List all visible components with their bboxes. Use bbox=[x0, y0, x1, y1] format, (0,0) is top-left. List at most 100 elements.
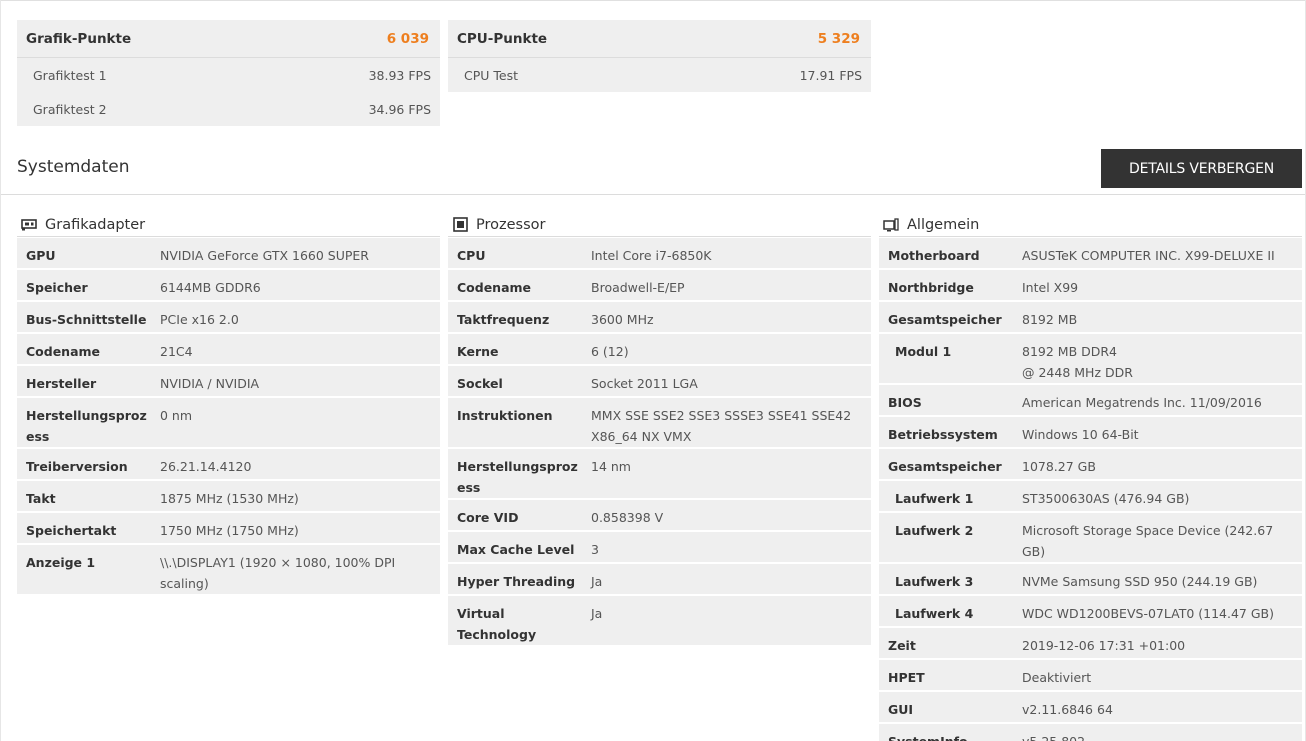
processor-icon bbox=[452, 217, 468, 232]
row-key: Sockel bbox=[457, 376, 503, 391]
row-value: WDC WD1200BEVS-07LAT0 (114.47 GB) bbox=[1022, 606, 1274, 621]
table-row: Kerne 6 (12) bbox=[448, 334, 871, 366]
graphics-test-row: Grafiktest 2 34.96 FPS bbox=[17, 92, 440, 126]
table-row: BIOS American Megatrends Inc. 11/09/2016 bbox=[879, 385, 1302, 417]
top-border bbox=[0, 0, 1306, 1]
row-key: CPU bbox=[457, 248, 486, 263]
row-key: HPET bbox=[888, 670, 925, 685]
row-key: Laufwerk 4 bbox=[895, 606, 974, 621]
table-row: Takt 1875 MHz (1530 MHz) bbox=[17, 481, 440, 513]
table-row: Sockel Socket 2011 LGA bbox=[448, 366, 871, 398]
row-key: Takt bbox=[26, 491, 56, 506]
table-row: Modul 1 8192 MB DDR4 @ 2448 MHz DDR bbox=[879, 334, 1302, 385]
row-value: 2019-12-06 17:31 +01:00 bbox=[1022, 638, 1186, 653]
table-row: Anzeige 1 \\.\DISPLAY1 (1920 × 1080, 100%… bbox=[17, 545, 440, 596]
computer-icon bbox=[883, 217, 899, 232]
row-key: Treiberversion bbox=[26, 459, 128, 474]
graphics-test-fps: 38.93 FPS bbox=[368, 67, 431, 83]
table-row: Zeit 2019-12-06 17:31 +01:00 bbox=[879, 628, 1302, 660]
general-section-header: Allgemein bbox=[879, 213, 1302, 237]
cpu-test-name: CPU Test bbox=[464, 67, 519, 83]
row-key: Bus-Schnittstelle bbox=[26, 312, 147, 327]
row-key: GPU bbox=[26, 248, 56, 263]
table-row: Virtual Technology Ja bbox=[448, 596, 871, 647]
row-key: Hersteller bbox=[26, 376, 97, 391]
row-key: Max Cache Level bbox=[457, 542, 575, 557]
general-info-table: Motherboard ASUSTeK COMPUTER INC. X99-DEL… bbox=[879, 238, 1302, 741]
row-value: 21C4 bbox=[160, 344, 193, 359]
gpu-info-column: Grafikadapter GPU NVIDIA GeForce GTX 1660… bbox=[17, 213, 440, 596]
row-key: Speichertakt bbox=[26, 523, 117, 538]
cpu-section-header: Prozessor bbox=[448, 213, 871, 237]
graphics-score-panel: Grafik-Punkte 6 039 Grafiktest 1 38.93 F… bbox=[17, 20, 440, 126]
row-value: 14 nm bbox=[591, 459, 631, 474]
table-row: Max Cache Level 3 bbox=[448, 532, 871, 564]
hide-details-button[interactable]: DETAILS VERBERGEN bbox=[1101, 149, 1302, 188]
row-key: Taktfrequenz bbox=[457, 312, 550, 327]
cpu-section-title: Prozessor bbox=[476, 216, 546, 233]
row-value: v5.25.802 bbox=[1014, 724, 1302, 741]
row-key: Herstellungsprozess bbox=[457, 459, 578, 495]
table-row: CPU Intel Core i7-6850K bbox=[448, 238, 871, 270]
row-key: BIOS bbox=[888, 395, 922, 410]
row-value: 1750 MHz (1750 MHz) bbox=[160, 523, 299, 538]
row-value: Broadwell-E/EP bbox=[591, 280, 685, 295]
row-key: Motherboard bbox=[888, 248, 980, 263]
cpu-score-header: CPU-Punkte 5 329 bbox=[448, 20, 871, 58]
row-key: Instruktionen bbox=[457, 408, 553, 423]
row-key: Laufwerk 1 bbox=[895, 491, 974, 506]
table-row: Betriebssystem Windows 10 64-Bit bbox=[879, 417, 1302, 449]
table-row: Treiberversion 26.21.14.4120 bbox=[17, 449, 440, 481]
cpu-score-value: 5 329 bbox=[817, 30, 860, 47]
row-value: v2.11.6846 64 bbox=[1022, 702, 1113, 717]
row-value: 8192 MB bbox=[1022, 312, 1078, 327]
row-value: 6144MB GDDR6 bbox=[160, 280, 261, 295]
table-row: Bus-Schnittstelle PCIe x16 2.0 bbox=[17, 302, 440, 334]
cpu-info-table: CPU Intel Core i7-6850K Codename Broadwell… bbox=[448, 238, 871, 647]
row-value: Deaktiviert bbox=[1022, 670, 1092, 685]
table-row: Herstellungsprozess 14 nm bbox=[448, 449, 871, 500]
table-row: Laufwerk 1 ST3500630AS (476.94 GB) bbox=[879, 481, 1302, 513]
row-value: 0.858398 V bbox=[591, 510, 664, 525]
row-key: Northbridge bbox=[888, 280, 974, 295]
row-key: Virtual Technology bbox=[457, 606, 537, 642]
table-row: Speichertakt 1750 MHz (1750 MHz) bbox=[17, 513, 440, 545]
gpu-section-header: Grafikadapter bbox=[17, 213, 440, 237]
row-value: NVIDIA / NVIDIA bbox=[160, 376, 260, 391]
row-value: ST3500630AS (476.94 GB) bbox=[1022, 491, 1190, 506]
row-key: Gesamtspeicher bbox=[888, 312, 1002, 327]
table-row: Herstellungsprozess 0 nm bbox=[17, 398, 440, 449]
row-key: Laufwerk 2 bbox=[895, 523, 974, 538]
row-value: Intel Core i7-6850K bbox=[591, 248, 712, 263]
cpu-score-label: CPU-Punkte bbox=[457, 30, 548, 47]
table-row: GPU NVIDIA GeForce GTX 1660 SUPER bbox=[17, 238, 440, 270]
row-value: 0 nm bbox=[160, 408, 193, 423]
graphics-card-icon bbox=[21, 218, 37, 232]
table-row: Northbridge Intel X99 bbox=[879, 270, 1302, 302]
table-row: Speicher 6144MB GDDR6 bbox=[17, 270, 440, 302]
table-row: Motherboard ASUSTeK COMPUTER INC. X99-DEL… bbox=[879, 238, 1302, 270]
table-row: SystemInfov5.25.802 bbox=[879, 724, 1302, 741]
table-row: HPET Deaktiviert bbox=[879, 660, 1302, 692]
row-value: PCIe x16 2.0 bbox=[160, 312, 239, 327]
graphics-score-header: Grafik-Punkte 6 039 bbox=[17, 20, 440, 58]
row-key: Zeit bbox=[888, 638, 916, 653]
table-row: Hersteller NVIDIA / NVIDIA bbox=[17, 366, 440, 398]
row-key: Kerne bbox=[457, 344, 499, 359]
row-key: Hyper Threading bbox=[457, 574, 576, 589]
graphics-test-fps: 34.96 FPS bbox=[368, 101, 431, 117]
row-value: American Megatrends Inc. 11/09/2016 bbox=[1022, 395, 1262, 410]
row-key: Laufwerk 3 bbox=[895, 574, 974, 589]
gpu-info-table: GPU NVIDIA GeForce GTX 1660 SUPER Speiche… bbox=[17, 238, 440, 596]
row-value: Intel X99 bbox=[1022, 280, 1079, 295]
left-border bbox=[0, 0, 1, 741]
row-key: Gesamtspeicher bbox=[888, 459, 1002, 474]
row-value: Socket 2011 LGA bbox=[591, 376, 698, 391]
row-value-line: 8192 MB DDR4 bbox=[1022, 344, 1118, 359]
row-value: NVMe Samsung SSD 950 (244.19 GB) bbox=[1022, 574, 1258, 589]
row-key: GUI bbox=[888, 702, 914, 717]
row-key: Speicher bbox=[26, 280, 88, 295]
row-value-line: @ 2448 MHz DDR bbox=[1022, 365, 1133, 380]
row-value: 6 (12) bbox=[591, 344, 629, 359]
table-row: Core VID 0.858398 V bbox=[448, 500, 871, 532]
